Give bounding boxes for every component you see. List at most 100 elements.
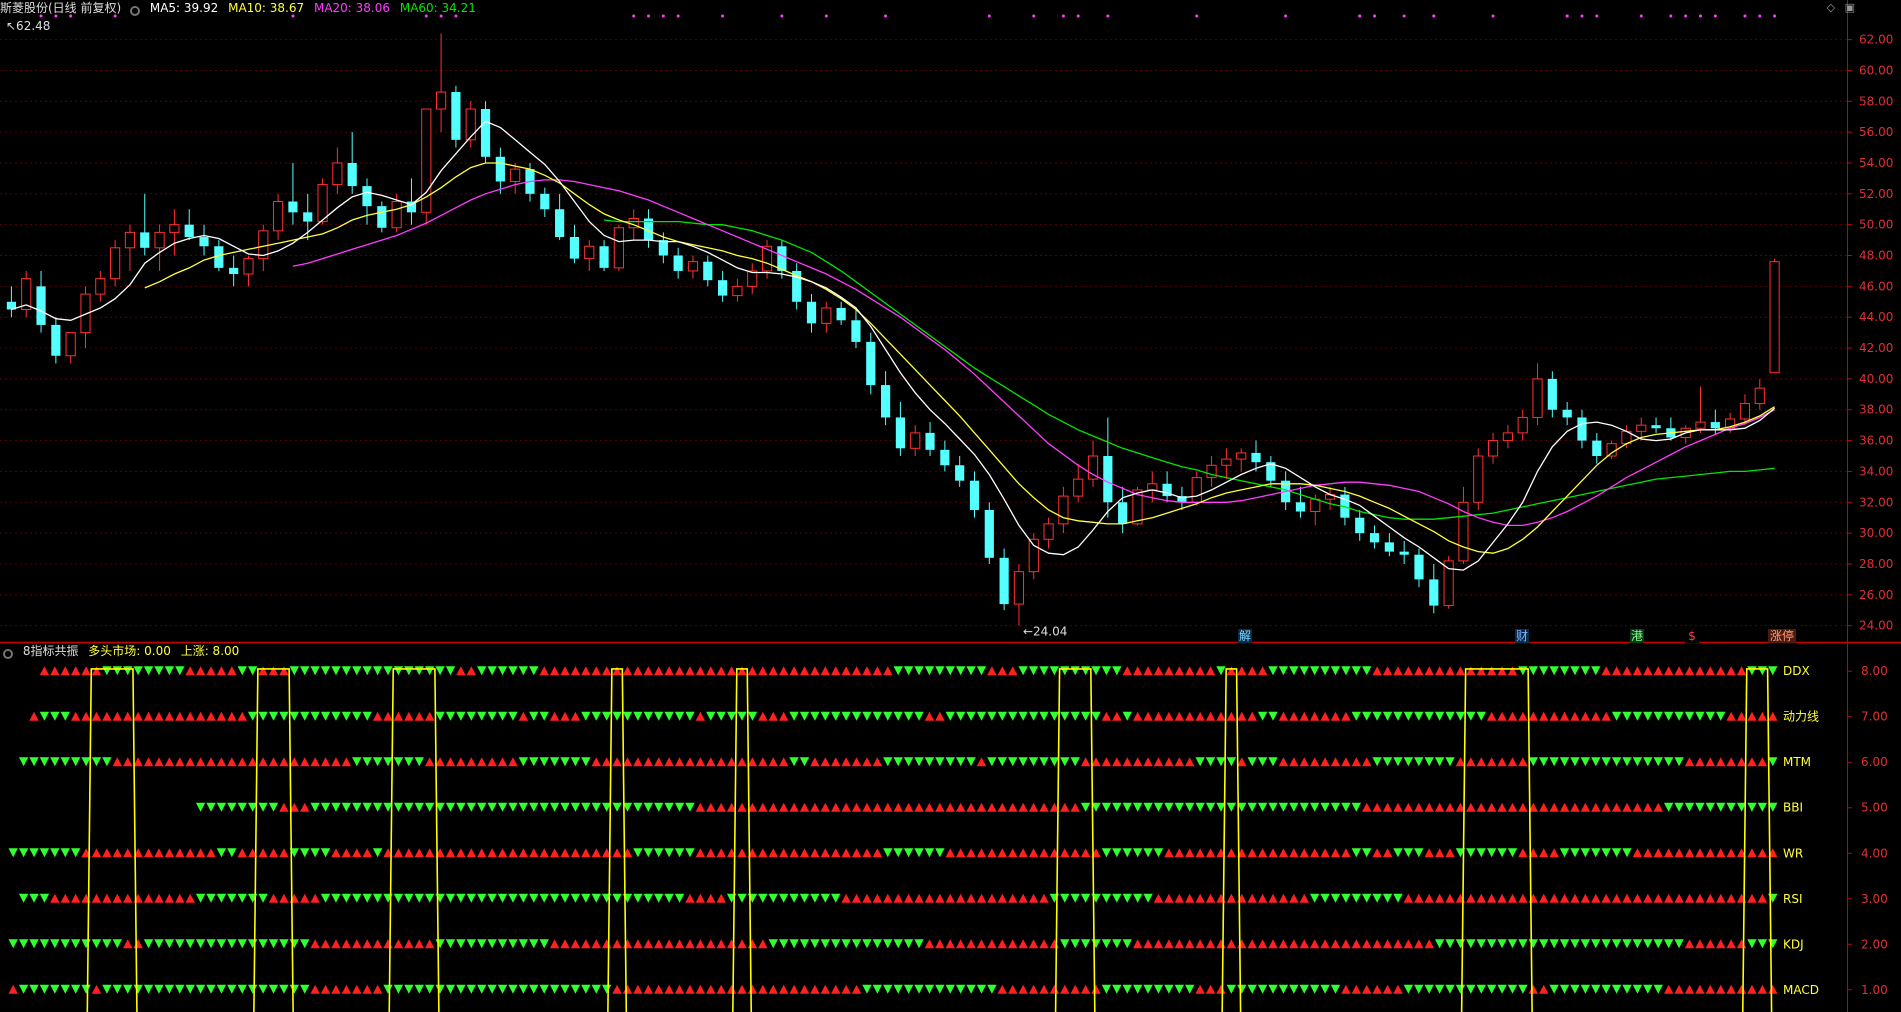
signal-up-triangle	[1632, 893, 1643, 903]
signal-down-triangle	[393, 984, 404, 994]
candle-body	[391, 201, 402, 229]
signal-up-triangle	[737, 939, 747, 949]
signal-up-triangle	[862, 757, 872, 767]
signal-up-triangle	[1278, 848, 1289, 858]
signal-up-triangle	[1684, 984, 1695, 994]
signal-up-triangle	[706, 984, 716, 994]
signal-up-triangle	[1695, 757, 1705, 767]
signal-up-triangle	[1289, 711, 1299, 721]
signal-up-triangle	[164, 757, 175, 767]
signal-up-triangle	[383, 711, 393, 721]
signal-up-triangle	[1247, 848, 1257, 858]
signal-down-triangle	[372, 666, 383, 676]
signal-up-triangle	[841, 848, 851, 858]
signal-up-triangle	[237, 757, 247, 767]
price-tick-label: 54.00	[1859, 156, 1893, 170]
signal-up-triangle	[643, 984, 654, 994]
candle-body	[347, 162, 357, 187]
signal-up-triangle	[1257, 893, 1268, 903]
signal-up-triangle	[404, 939, 414, 949]
collapse-icon[interactable]: ●	[130, 6, 141, 16]
signal-down-triangle	[1632, 711, 1643, 721]
signal-down-triangle	[893, 848, 903, 858]
signal-down-triangle	[18, 757, 29, 767]
signal-down-triangle	[435, 984, 445, 994]
indicator-title[interactable]: 8指标共振	[23, 644, 79, 658]
candle-body	[480, 108, 491, 157]
candle-body	[273, 201, 284, 232]
signal-down-triangle	[1455, 984, 1466, 994]
stock-title[interactable]: 斯菱股份(日线 前复权)	[0, 1, 121, 15]
signal-down-triangle	[435, 666, 445, 676]
signal-up-triangle	[424, 939, 435, 949]
signal-dot	[1358, 14, 1362, 18]
signal-up-triangle	[133, 757, 143, 767]
signal-up-triangle	[1195, 939, 1205, 949]
signal-up-triangle	[1466, 893, 1476, 903]
collapse-icon[interactable]: ●	[3, 649, 13, 659]
signal-down-triangle	[674, 802, 685, 812]
signal-down-triangle	[268, 711, 279, 721]
signal-up-triangle	[1643, 802, 1653, 812]
signal-down-triangle	[18, 893, 29, 903]
indicator-tick-label: 2.00	[1861, 937, 1888, 951]
signal-up-triangle	[1257, 666, 1268, 676]
signal-dot	[1432, 14, 1436, 18]
signal-down-triangle	[570, 984, 581, 994]
signal-up-triangle	[685, 984, 695, 994]
signal-down-triangle	[1768, 939, 1778, 949]
candle-body	[777, 246, 787, 271]
signal-down-triangle	[789, 757, 799, 767]
signal-down-triangle	[1695, 711, 1705, 721]
signal-up-triangle	[591, 848, 601, 858]
signal-up-triangle	[1153, 711, 1164, 721]
diamond-icon[interactable]: ◇	[1827, 1, 1835, 14]
signal-down-triangle	[945, 711, 955, 721]
signal-up-triangle	[1445, 666, 1455, 676]
signal-up-triangle	[175, 757, 185, 767]
signal-up-triangle	[1216, 984, 1226, 994]
signal-up-triangle	[1008, 939, 1018, 949]
signal-down-triangle	[1299, 984, 1309, 994]
signal-up-triangle	[726, 666, 737, 676]
signal-down-triangle	[362, 757, 372, 767]
signal-up-triangle	[893, 802, 903, 812]
signal-up-triangle	[862, 848, 872, 858]
signal-down-triangle	[1143, 848, 1153, 858]
high-marker-label: ↖62.48	[6, 19, 50, 33]
window-icon[interactable]: ▣	[1845, 1, 1855, 14]
signal-up-triangle	[612, 984, 622, 994]
signal-up-triangle	[341, 848, 352, 858]
signal-down-triangle	[477, 711, 487, 721]
signal-up-triangle	[424, 848, 435, 858]
signal-down-triangle	[1476, 984, 1486, 994]
signal-up-triangle	[175, 893, 185, 903]
signal-up-triangle	[1674, 848, 1684, 858]
signal-down-triangle	[216, 802, 227, 812]
signal-down-triangle	[81, 757, 91, 767]
signal-up-triangle	[935, 711, 945, 721]
candle-body	[969, 480, 980, 510]
signal-down-triangle	[404, 893, 414, 903]
signal-up-triangle	[1060, 802, 1070, 812]
signal-up-triangle	[831, 666, 841, 676]
signal-up-triangle	[60, 893, 70, 903]
signal-down-triangle	[195, 893, 206, 903]
indicator-row-label: MACD	[1783, 983, 1819, 997]
signal-down-triangle	[935, 757, 945, 767]
signal-up-triangle	[1018, 893, 1028, 903]
signal-down-triangle	[320, 802, 331, 812]
signal-down-triangle	[1372, 757, 1382, 767]
signal-down-triangle	[883, 711, 893, 721]
signal-up-triangle	[789, 802, 799, 812]
signal-down-triangle	[445, 802, 456, 812]
candle-body	[1487, 440, 1499, 457]
price-tick-label: 56.00	[1859, 125, 1893, 139]
signal-down-triangle	[39, 848, 50, 858]
signal-up-triangle	[1341, 984, 1351, 994]
signal-up-triangle	[1539, 893, 1549, 903]
signal-down-triangle	[1247, 984, 1257, 994]
signal-down-triangle	[456, 984, 466, 994]
signal-up-triangle	[789, 666, 799, 676]
signal-up-triangle	[612, 848, 622, 858]
